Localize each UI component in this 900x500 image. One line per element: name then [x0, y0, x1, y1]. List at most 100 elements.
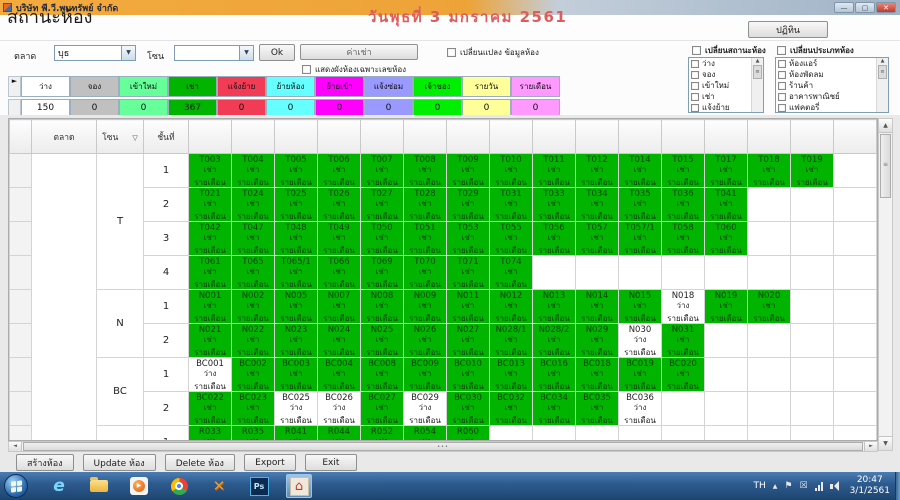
show-only-room-checkbox[interactable]: แสดงผังห้องเฉพาะเลขห้อง: [302, 63, 406, 76]
room-cell[interactable]: T028เช่ารายเดือน: [404, 188, 447, 222]
room-cell[interactable]: T041เช่ารายเดือน: [705, 188, 748, 222]
row-selector[interactable]: [10, 324, 32, 358]
calendar-button[interactable]: ปฏิทิน: [748, 21, 828, 38]
zone-header[interactable]: โซน▽: [97, 120, 144, 154]
scroll-down-icon[interactable]: ▼: [879, 436, 892, 450]
chrome-icon[interactable]: [166, 474, 192, 498]
room-cell[interactable]: T057เช่ารายเดือน: [576, 222, 619, 256]
room-cell[interactable]: T042เช่ารายเดือน: [189, 222, 232, 256]
room-cell[interactable]: N009เช่ารายเดือน: [404, 290, 447, 324]
room-cell[interactable]: T036เช่ารายเดือน: [662, 188, 705, 222]
room-cell[interactable]: BC013เช่ารายเดือน: [490, 358, 533, 392]
scroll-thumb[interactable]: •••: [23, 442, 863, 451]
room-cell[interactable]: T027เช่ารายเดือน: [361, 188, 404, 222]
room-cell[interactable]: T011เช่ารายเดือน: [533, 154, 576, 188]
room-cell[interactable]: N007เช่ารายเดือน: [318, 290, 361, 324]
room-cell[interactable]: BC004เช่ารายเดือน: [318, 358, 361, 392]
room-cell[interactable]: BC035เช่ารายเดือน: [576, 392, 619, 426]
room-cell[interactable]: T018เช่ารายเดือน: [748, 154, 791, 188]
checkbox-icon[interactable]: [692, 46, 701, 55]
change-data-checkbox[interactable]: เปลี่ยนแปลง ข้อมูลห้อง: [447, 46, 539, 59]
row-selector[interactable]: [10, 290, 32, 324]
room-cell[interactable]: T053เช่ารายเดือน: [447, 222, 490, 256]
room-cell[interactable]: N030ว่างรายเดือน: [619, 324, 662, 358]
room-cell[interactable]: T058เช่ารายเดือน: [662, 222, 705, 256]
room-cell[interactable]: N023เช่ารายเดือน: [275, 324, 318, 358]
room-cell[interactable]: N008เช่ารายเดือน: [361, 290, 404, 324]
room-cell[interactable]: T069เช่ารายเดือน: [361, 256, 404, 290]
scroll-right-icon[interactable]: ►: [864, 442, 877, 451]
checkbox-icon[interactable]: [778, 60, 786, 68]
room-cell[interactable]: T035เช่ารายเดือน: [619, 188, 662, 222]
row-selector[interactable]: [10, 256, 32, 290]
room-cell[interactable]: T021เช่ารายเดือน: [189, 188, 232, 222]
room-cell[interactable]: T015เช่ารายเดือน: [662, 154, 705, 188]
room-cell[interactable]: T005เช่ารายเดือน: [275, 154, 318, 188]
close-button[interactable]: ✕: [876, 2, 896, 13]
export-button[interactable]: Export: [244, 454, 296, 471]
room-cell[interactable]: BC029ว่างรายเดือน: [404, 392, 447, 426]
change-type-checkbox[interactable]: เปลี่ยนประเภทห้อง: [777, 44, 854, 57]
rent-button[interactable]: ค่าเช่า: [300, 44, 418, 60]
room-cell[interactable]: T051เช่ารายเดือน: [404, 222, 447, 256]
room-cell[interactable]: T060เช่ารายเดือน: [705, 222, 748, 256]
row-selector[interactable]: [10, 426, 32, 442]
ok-button[interactable]: Ok: [259, 44, 295, 61]
checkbox-icon[interactable]: [777, 46, 786, 55]
room-cell[interactable]: BC030เช่ารายเดือน: [447, 392, 490, 426]
room-cell[interactable]: BC026ว่างรายเดือน: [318, 392, 361, 426]
room-cell[interactable]: BC022เช่ารายเดือน: [189, 392, 232, 426]
room-cell[interactable]: BC019เช่ารายเดือน: [619, 358, 662, 392]
maximize-button[interactable]: ▢: [855, 2, 875, 13]
volume-icon[interactable]: [830, 481, 839, 491]
room-cell[interactable]: T048เช่ารายเดือน: [275, 222, 318, 256]
room-cell[interactable]: R044เช่ารายเดือน: [318, 426, 361, 442]
room-cell[interactable]: R060เช่ารายเดือน: [447, 426, 490, 442]
room-cell[interactable]: N028/2เช่ารายเดือน: [533, 324, 576, 358]
room-cell[interactable]: N020เช่ารายเดือน: [748, 290, 791, 324]
checkbox-icon[interactable]: [778, 93, 786, 101]
file-explorer-icon[interactable]: [86, 474, 112, 498]
room-cell[interactable]: T025เช่ารายเดือน: [275, 188, 318, 222]
room-cell[interactable]: BC034เช่ารายเดือน: [533, 392, 576, 426]
room-cell[interactable]: T056เช่ารายเดือน: [533, 222, 576, 256]
minimize-button[interactable]: —: [834, 2, 854, 13]
checkbox-icon[interactable]: [778, 82, 786, 90]
room-cell[interactable]: BC032เช่ารายเดือน: [490, 392, 533, 426]
taskbar-clock[interactable]: 20:47 3/1/2561: [846, 475, 894, 497]
room-cell[interactable]: N019เช่ารายเดือน: [705, 290, 748, 324]
market-header[interactable]: ตลาด: [32, 120, 97, 154]
room-cell[interactable]: BC002เช่ารายเดือน: [232, 358, 275, 392]
room-cell[interactable]: BC003เช่ารายเดือน: [275, 358, 318, 392]
delete-room-button[interactable]: Delete ห้อง: [165, 454, 235, 471]
room-cell[interactable]: T034เช่ารายเดือน: [576, 188, 619, 222]
checkbox-icon[interactable]: [691, 71, 699, 79]
scroll-up-icon[interactable]: ▲: [879, 119, 892, 133]
room-cell[interactable]: T055เช่ารายเดือน: [490, 222, 533, 256]
room-cell[interactable]: N026เช่ารายเดือน: [404, 324, 447, 358]
active-app-icon[interactable]: ⌂: [286, 474, 312, 498]
chevron-down-icon[interactable]: ▼: [239, 46, 253, 60]
create-room-button[interactable]: สร้างห้อง: [16, 454, 74, 471]
room-cell[interactable]: BC018เช่ารายเดือน: [576, 358, 619, 392]
room-cell[interactable]: R033เช่ารายเดือน: [189, 426, 232, 442]
room-cell[interactable]: BC023เช่ารายเดือน: [232, 392, 275, 426]
room-cell[interactable]: BC001ว่างรายเดือน: [189, 358, 232, 392]
photoshop-icon[interactable]: Ps: [246, 474, 272, 498]
language-indicator[interactable]: TH: [754, 481, 766, 491]
checkbox-icon[interactable]: [691, 60, 699, 68]
scroll-left-icon[interactable]: ◄: [9, 442, 22, 451]
room-cell[interactable]: T007เช่ารายเดือน: [361, 154, 404, 188]
room-cell[interactable]: T065/1เช่ารายเดือน: [275, 256, 318, 290]
filter-icon[interactable]: ▽: [132, 134, 137, 142]
zone-dropdown[interactable]: ▼: [174, 45, 254, 61]
room-cell[interactable]: T074เช่ารายเดือน: [490, 256, 533, 290]
room-cell[interactable]: N005เช่ารายเดือน: [275, 290, 318, 324]
room-cell[interactable]: BC025ว่างรายเดือน: [275, 392, 318, 426]
change-status-checkbox[interactable]: เปลี่ยนสถานะห้อง: [692, 44, 766, 57]
checkbox-icon[interactable]: [778, 104, 786, 112]
room-cell[interactable]: T003เช่ารายเดือน: [189, 154, 232, 188]
room-cell[interactable]: N018ว่างรายเดือน: [662, 290, 705, 324]
action-center-icon[interactable]: ⚑: [784, 481, 792, 491]
checkbox-icon[interactable]: [302, 65, 311, 74]
